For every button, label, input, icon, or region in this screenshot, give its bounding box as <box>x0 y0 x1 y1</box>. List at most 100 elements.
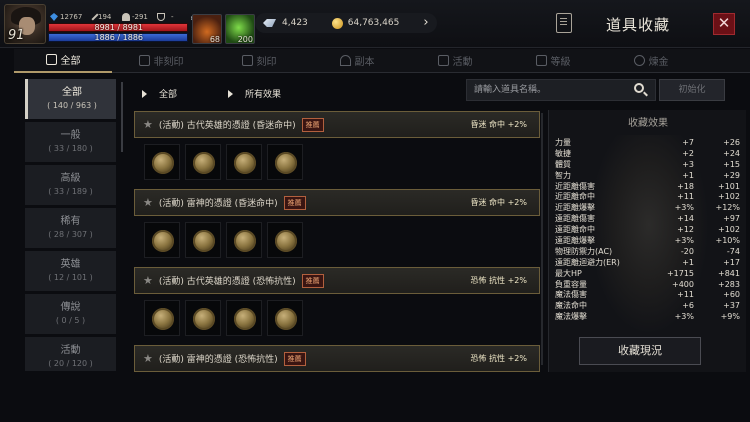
item-slot[interactable] <box>226 300 262 336</box>
collection-title: (活動) 雷神的憑證 (昏迷命中) <box>158 199 278 209</box>
effect-row: 敏捷 +2 +24 <box>555 149 743 160</box>
effect-value-current: +12 <box>677 225 694 235</box>
gift-icon <box>437 55 449 66</box>
effect-filter[interactable]: 所有效果 <box>228 87 281 100</box>
sidebar-item-label: 英雄 <box>60 259 81 270</box>
item-slot[interactable] <box>226 222 262 258</box>
effect-row: 最大HP +1715 +841 <box>555 269 743 280</box>
effect-value-current: +400 <box>672 279 694 289</box>
sidebar-item-label: 傳說 <box>60 302 81 313</box>
gem-stat: 12767 <box>50 13 82 21</box>
collection-header[interactable]: ★ (活動) 雷神的憑證 (恐怖抗性) 推薦 恐怖 抗性 +2% <box>134 345 540 372</box>
item-slot[interactable] <box>144 222 180 258</box>
effect-row: 負重容量 +400 +283 <box>555 280 743 291</box>
tab-all[interactable]: 全部 <box>14 49 112 73</box>
item-slot[interactable] <box>226 144 262 180</box>
sidebar-item-hero[interactable]: 英雄 ( 12 / 101 ) <box>25 251 116 291</box>
effect-row: 遠距離迴避力(ER) +1 +17 <box>555 258 743 269</box>
sidebar-item-legend[interactable]: 傳說 ( 0 / 5 ) <box>25 294 116 334</box>
item-slot[interactable] <box>185 300 221 336</box>
collection-effect: 恐怖 抗性 +2% <box>470 276 527 285</box>
collection-header[interactable]: ★ (活動) 古代英雄的憑證 (恐怖抗性) 推薦 恐怖 抗性 +2% <box>134 267 540 294</box>
mp-text: 1886 / 1886 <box>94 33 144 42</box>
search-input[interactable]: 請輸入道具名稱。 <box>466 79 656 101</box>
star-icon[interactable]: ★ <box>143 274 153 287</box>
item-slot[interactable] <box>267 222 303 258</box>
sidebar-item-label: 全部 <box>62 87 82 98</box>
effect-value-current: +1715 <box>666 268 694 278</box>
tab-non-engraved[interactable]: 非刻印 <box>112 49 210 73</box>
leaf-buff[interactable]: 200 <box>225 14 255 44</box>
star-icon[interactable]: ★ <box>143 352 153 365</box>
effect-value-current: -20 <box>680 246 694 256</box>
collection-effects-panel: 收藏效果 力量 +7 +26 敏捷 +2 +24 體質 +3 +15 智力 +1 +29 近距離傷害 +1… <box>548 110 746 372</box>
collection-status-button[interactable]: 收藏現況 <box>579 337 701 365</box>
effect-value-current: +3% <box>674 203 694 213</box>
gate-icon <box>339 55 351 66</box>
collection-header[interactable]: ★ (活動) 古代英雄的憑證 (昏迷命中) 推薦 昏迷 命中 +2% <box>134 111 540 138</box>
coin-item-icon <box>193 308 215 330</box>
effect-value-max: +97 <box>723 214 740 224</box>
attack-stat: 194 <box>91 13 111 21</box>
collection-title: (活動) 古代英雄的憑證 (恐怖抗性) <box>158 277 296 287</box>
sidebar-scrollbar[interactable] <box>121 82 123 152</box>
collection-header[interactable]: ★ (活動) 雷神的憑證 (昏迷命中) 推薦 昏迷 命中 +2% <box>134 189 540 216</box>
effect-value-current: +7 <box>682 138 694 147</box>
item-slot[interactable] <box>267 300 303 336</box>
sidebar-item-label: 高級 <box>60 173 81 184</box>
effect-value-current: +1 <box>682 257 694 267</box>
effect-filter-label: 所有效果 <box>245 90 282 100</box>
sidebar-item-count: ( 20 / 120 ) <box>48 359 93 368</box>
effect-row: 魔法傷害 +11 +60 <box>555 290 743 301</box>
tab-label: 活動 <box>452 57 473 68</box>
category-filter-label: 全部 <box>159 90 178 100</box>
sidebar-item-advanced[interactable]: 高級 ( 33 / 189 ) <box>25 165 116 205</box>
trophy-stat: - <box>157 13 174 21</box>
sidebar-item-count: ( 140 / 963 ) <box>47 101 97 110</box>
tab-level[interactable]: 等級 <box>504 49 602 73</box>
effect-value-current: +1 <box>682 170 694 180</box>
tab-event[interactable]: 活動 <box>406 49 504 73</box>
star-icon[interactable]: ★ <box>143 118 153 131</box>
category-tabs: 全部 非刻印 刻印 副本 活動 等級 煉金 <box>14 49 750 73</box>
sidebar-item-rare[interactable]: 稀有 ( 28 / 307 ) <box>25 208 116 248</box>
item-slot[interactable] <box>185 222 221 258</box>
search-icon[interactable] <box>634 83 644 93</box>
list-scrollbar[interactable] <box>541 113 543 365</box>
star-icon[interactable]: ★ <box>143 196 153 209</box>
recommend-badge: 推薦 <box>301 273 324 288</box>
trophy-value: - <box>171 13 174 21</box>
effect-value-max: +10% <box>715 236 740 246</box>
diamond-amount: 4,423 <box>282 18 308 28</box>
potion-buff[interactable]: 68 <box>192 14 222 44</box>
sidebar-item-event[interactable]: 活動 ( 20 / 120 ) <box>25 337 116 371</box>
currency-expand-button[interactable]: › <box>418 13 434 33</box>
reset-button[interactable]: 初始化 <box>659 79 725 101</box>
item-slot[interactable] <box>144 300 180 336</box>
item-slot[interactable] <box>185 144 221 180</box>
close-button[interactable]: ✕ <box>713 13 735 35</box>
effect-row: 近距離爆擊 +3% +12% <box>555 203 743 214</box>
tab-dungeon[interactable]: 副本 <box>308 49 406 73</box>
tab-engraved[interactable]: 刻印 <box>210 49 308 73</box>
effect-value-max: +102 <box>718 192 740 202</box>
item-slot[interactable] <box>144 144 180 180</box>
sidebar-item-all[interactable]: 全部 ( 140 / 963 ) <box>25 79 116 119</box>
item-slot[interactable] <box>267 144 303 180</box>
tab-alchemy[interactable]: 煉金 <box>602 49 700 73</box>
helmet-icon <box>122 13 130 21</box>
sidebar-item-count: ( 0 / 5 ) <box>55 316 86 325</box>
gold-amount: 64,763,465 <box>347 18 400 28</box>
effect-row: 體質 +3 +15 <box>555 160 743 171</box>
category-filter[interactable]: 全部 <box>142 87 177 100</box>
effect-name: 力量 <box>555 138 571 147</box>
effect-name: 遠距離迴避力(ER) <box>555 257 620 267</box>
collection-book-icon <box>556 13 572 33</box>
effect-row: 魔法爆擊 +3% +9% <box>555 312 743 323</box>
gold-coin-icon <box>331 17 343 29</box>
gem-count: 12767 <box>60 13 83 21</box>
collection-list: ★ (活動) 古代英雄的憑證 (昏迷命中) 推薦 昏迷 命中 +2% ★ (活動… <box>134 111 540 373</box>
sidebar-item-normal[interactable]: 一般 ( 33 / 180 ) <box>25 122 116 162</box>
defense-value: -291 <box>132 13 148 21</box>
defense-stat: -291 <box>122 13 148 21</box>
